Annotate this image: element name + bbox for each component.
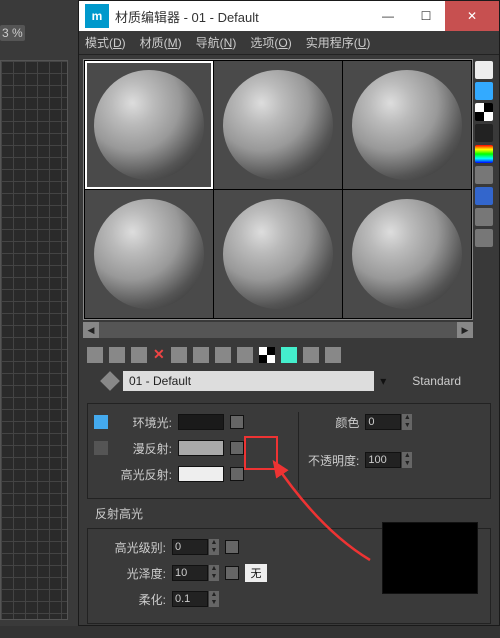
glossiness-label: 光泽度:	[94, 565, 166, 582]
glossiness-map-slot[interactable]	[225, 566, 239, 580]
viewport-grid[interactable]	[0, 60, 68, 620]
sample-slot-2[interactable]	[214, 61, 342, 189]
make-preview-icon[interactable]	[475, 166, 493, 184]
menubar: 模式(D) 材质(M) 导航(N) 选项(O) 实用程序(U)	[79, 31, 499, 55]
viewport-background: 3 %	[0, 0, 80, 626]
menu-options[interactable]: 选项(O)	[250, 34, 291, 51]
ambient-lock-icon[interactable]	[94, 415, 108, 429]
put-to-library-icon[interactable]	[215, 347, 231, 363]
window-title: 材质编辑器 - 01 - Default	[115, 7, 369, 26]
diffuse-map-slot[interactable]	[230, 441, 244, 455]
scroll-right-icon[interactable]: ▶	[457, 322, 473, 338]
specular-label: 高光反射:	[114, 466, 172, 483]
sample-type-icon[interactable]	[475, 61, 493, 79]
select-by-material-icon[interactable]	[475, 208, 493, 226]
menu-material[interactable]: 材质(M)	[140, 34, 182, 51]
sample-hscrollbar[interactable]: ◀ ▶	[83, 322, 473, 338]
sample-uv-icon[interactable]	[475, 124, 493, 142]
show-end-result-icon[interactable]	[281, 347, 297, 363]
self-illum-input[interactable]	[365, 414, 401, 430]
assign-to-selection-icon[interactable]	[131, 347, 147, 363]
make-copy-icon[interactable]	[171, 347, 187, 363]
get-material-icon[interactable]	[87, 347, 103, 363]
diffuse-color-swatch[interactable]	[178, 440, 224, 456]
opacity-input[interactable]	[365, 452, 401, 468]
window-minimize-button[interactable]: —	[369, 1, 407, 31]
sample-slot-1[interactable]	[85, 61, 213, 189]
diffuse-label: 漫反射:	[114, 440, 172, 457]
material-map-nav-icon[interactable]	[475, 229, 493, 247]
specular-color-swatch[interactable]	[178, 466, 224, 482]
scroll-left-icon[interactable]: ◀	[83, 322, 99, 338]
ambient-color-swatch[interactable]	[178, 414, 224, 430]
sphere-preview-icon	[223, 199, 333, 309]
sphere-preview-icon	[352, 199, 462, 309]
material-id-icon[interactable]	[237, 347, 253, 363]
go-forward-icon[interactable]	[325, 347, 341, 363]
sample-slot-4[interactable]	[85, 190, 213, 318]
show-map-in-viewport-icon[interactable]	[259, 347, 275, 363]
menu-navigation[interactable]: 导航(N)	[196, 34, 237, 51]
ambient-map-slot[interactable]	[230, 415, 244, 429]
specular-level-map-slot[interactable]	[225, 540, 239, 554]
app-icon: m	[85, 4, 109, 28]
self-illum-spinner[interactable]: ▲▼	[365, 414, 412, 430]
specular-highlights-label: 反射高光	[95, 505, 491, 522]
lower-toolbar: ✕	[79, 342, 499, 367]
window-maximize-button[interactable]: ☐	[407, 1, 445, 31]
self-illum-color-label: 颜色	[307, 414, 359, 431]
backlight-icon[interactable]	[475, 82, 493, 100]
background-icon[interactable]	[475, 103, 493, 121]
sample-slot-3[interactable]	[343, 61, 471, 189]
material-type-button[interactable]: Standard	[398, 372, 475, 390]
opacity-label: 不透明度:	[307, 452, 359, 469]
sample-slot-grid	[83, 59, 473, 320]
put-to-scene-icon[interactable]	[109, 347, 125, 363]
window-close-button[interactable]: ✕	[445, 1, 499, 31]
pick-material-icon[interactable]	[100, 371, 120, 391]
sphere-preview-icon	[352, 70, 462, 180]
video-color-icon[interactable]	[475, 145, 493, 163]
side-toolbar	[473, 59, 495, 338]
options-icon[interactable]	[475, 187, 493, 205]
ambient-label: 环境光:	[114, 414, 172, 431]
menu-utilities[interactable]: 实用程序(U)	[306, 34, 371, 51]
specular-map-slot[interactable]	[230, 467, 244, 481]
sphere-preview-icon	[94, 70, 204, 180]
reset-map-icon[interactable]: ✕	[153, 346, 165, 363]
sample-slot-6[interactable]	[343, 190, 471, 318]
none-button[interactable]: 无	[245, 564, 267, 582]
highlight-curve-preview	[382, 522, 478, 594]
specular-level-spinner[interactable]: ▲▼	[172, 539, 219, 555]
glossiness-spinner[interactable]: ▲▼	[172, 565, 219, 581]
sphere-preview-icon	[94, 199, 204, 309]
specular-level-input[interactable]	[172, 539, 208, 555]
go-to-parent-icon[interactable]	[303, 347, 319, 363]
soften-label: 柔化:	[94, 591, 166, 608]
sphere-preview-icon	[223, 70, 333, 180]
glossiness-input[interactable]	[172, 565, 208, 581]
soften-input[interactable]	[172, 591, 208, 607]
diffuse-lock-icon[interactable]	[94, 441, 108, 455]
material-name-dropdown[interactable]: 01 - Default	[123, 371, 374, 391]
make-unique-icon[interactable]	[193, 347, 209, 363]
viewport-coord-label: 3 %	[0, 25, 25, 41]
opacity-spinner[interactable]: ▲▼	[365, 452, 412, 468]
soften-spinner[interactable]: ▲▼	[172, 591, 219, 607]
sample-slot-5[interactable]	[214, 190, 342, 318]
specular-level-label: 高光级别:	[94, 539, 166, 556]
menu-mode[interactable]: 模式(D)	[85, 34, 126, 51]
titlebar[interactable]: m 材质编辑器 - 01 - Default — ☐ ✕	[79, 1, 499, 31]
